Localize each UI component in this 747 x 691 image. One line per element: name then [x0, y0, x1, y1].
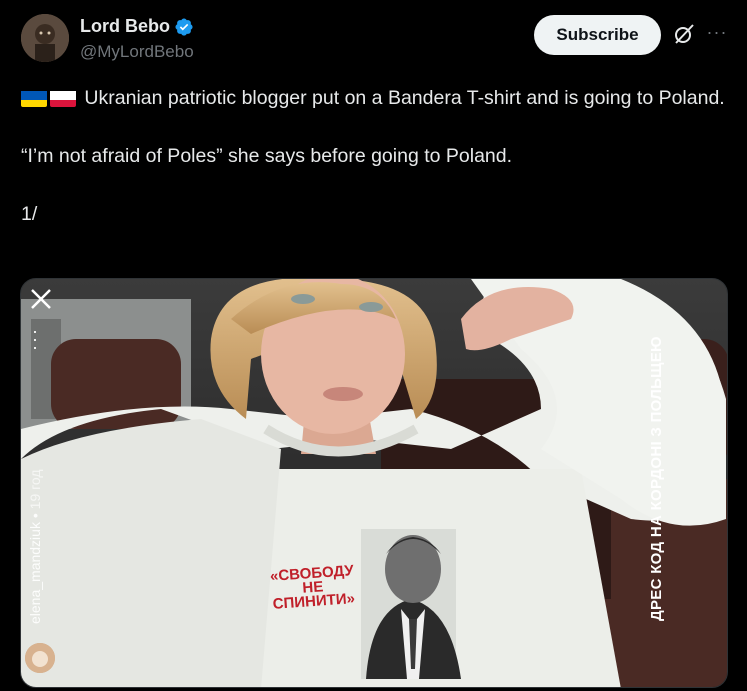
- tweet-text: Ukranian patriotic blogger put on a Band…: [21, 84, 731, 229]
- author-handle[interactable]: @MyLordBebo: [80, 42, 194, 62]
- author-display-name[interactable]: Lord Bebo: [80, 16, 170, 37]
- author-avatar[interactable]: [21, 14, 69, 62]
- more-options-icon[interactable]: ···: [705, 20, 729, 44]
- tweet-line-1: Ukranian patriotic blogger put on a Band…: [84, 87, 725, 109]
- story-time: 19 год: [27, 469, 43, 510]
- tweet-line-3: 1/: [21, 203, 38, 225]
- story-overlay-caption: ДРЕС КОД НА КОРДОНІ З ПОЛЬЩЕЮ: [648, 336, 665, 621]
- tweet-line-2: “I’m not afraid of Poles” she says befor…: [21, 145, 513, 167]
- story-avatar: [25, 643, 55, 673]
- grok-icon[interactable]: [672, 22, 696, 46]
- tweet-media-image[interactable]: · · · elena_mandziuk • 19 год «СВОБОДУ НЕ …: [20, 278, 728, 688]
- photo-illustration: [21, 279, 727, 687]
- shirt-slogan: «СВОБОДУ НЕ СПИНИТИ»: [269, 562, 356, 613]
- story-menu-icon: · · ·: [32, 321, 38, 357]
- subscribe-button[interactable]: Subscribe: [534, 15, 661, 55]
- story-close-icon: [31, 289, 51, 309]
- ukraine-flag-icon: [21, 89, 47, 107]
- verified-badge-icon: [175, 17, 193, 36]
- poland-flag-icon: [50, 89, 76, 107]
- story-username: elena_mandziuk • 19 год: [27, 469, 43, 624]
